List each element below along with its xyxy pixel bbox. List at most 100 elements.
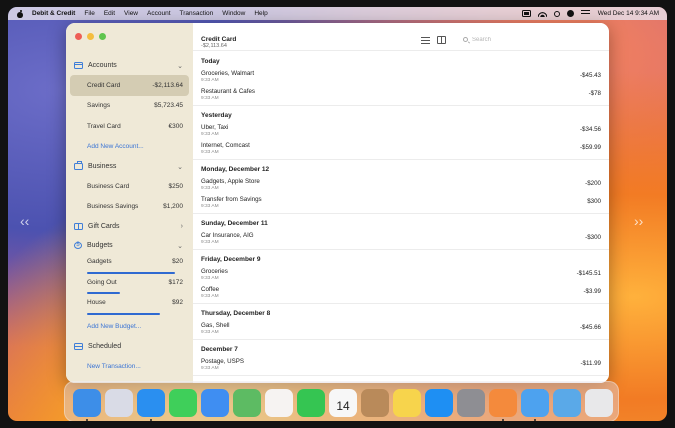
dollar-circle-icon xyxy=(74,242,82,249)
budget-progress-fill xyxy=(87,292,120,294)
calendar-icon[interactable]: 14 xyxy=(329,389,357,417)
app-store-icon[interactable] xyxy=(425,389,453,417)
facetime-icon[interactable] xyxy=(297,389,325,417)
sidebar-section-business[interactable]: Business ⌄ xyxy=(70,157,189,176)
trash-icon[interactable] xyxy=(585,389,613,417)
sidebar-section-label: Scheduled xyxy=(88,343,122,350)
add-account-link[interactable]: Add New Account... xyxy=(70,137,189,158)
chevron-down-icon[interactable]: ⌄ xyxy=(177,163,183,171)
menu-edit[interactable]: Edit xyxy=(104,10,115,17)
transaction-row[interactable]: Internet, Comcast 9:33 AM -$59.99 xyxy=(193,139,609,157)
spotlight-search-icon[interactable] xyxy=(553,10,560,17)
transaction-name: Internet, Comcast xyxy=(201,142,250,149)
sidebar-item-credit-card[interactable]: Credit Card -$2,113.64 xyxy=(70,75,189,96)
transaction-time: 9:33 AM xyxy=(201,366,219,371)
new-transaction-link[interactable]: New Transaction... xyxy=(70,356,189,377)
sidebar-section-budgets[interactable]: Budgets ⌄ xyxy=(70,236,189,255)
user-icon[interactable] xyxy=(566,10,574,17)
transaction-row[interactable]: Uber, Taxi 9:33 AM -$34.56 xyxy=(193,121,609,139)
budget-item-house[interactable]: House $92 xyxy=(70,296,189,317)
apple-menu-icon[interactable] xyxy=(16,9,24,18)
menu-view[interactable]: View xyxy=(124,10,138,17)
transaction-row[interactable]: Postage, USPS 9:33 AM -$11.99 xyxy=(193,355,609,373)
window-controls xyxy=(75,33,111,40)
sidebar-item-amount: €300 xyxy=(168,122,183,130)
mail-icon[interactable] xyxy=(201,389,229,417)
budget-item-going-out[interactable]: Going Out $172 xyxy=(70,276,189,297)
notes-icon[interactable] xyxy=(393,389,421,417)
transaction-amount: -$78 xyxy=(588,90,601,97)
photos-icon[interactable] xyxy=(265,389,293,417)
close-window-button[interactable] xyxy=(75,33,82,40)
sidebar-section-accounts[interactable]: Accounts ⌄ xyxy=(70,56,189,75)
briefcase-icon xyxy=(74,161,83,170)
transaction-name: Car Insurance, AIG xyxy=(201,232,254,239)
transaction-row[interactable]: Gadgets, Apple Store 9:33 AM -$200 xyxy=(193,175,609,193)
transaction-name: Gas, Shell xyxy=(201,322,230,329)
transaction-row[interactable]: Coffee 9:33 AM -$3.99 xyxy=(193,283,609,301)
transaction-time: 9:33 AM xyxy=(201,204,219,209)
maps-icon[interactable] xyxy=(233,389,261,417)
safari-icon[interactable] xyxy=(137,389,165,417)
transaction-amount: -$3.99 xyxy=(583,288,601,295)
date-group-heading: Yesterday xyxy=(201,112,232,119)
transaction-row[interactable]: Restaurant & Cafes 9:33 AM -$78 xyxy=(193,85,609,103)
screen-sharing-icon[interactable] xyxy=(521,389,549,417)
menu-account[interactable]: Account xyxy=(147,10,171,17)
sidebar-item-amount: $5,723.45 xyxy=(154,102,183,110)
menu-file[interactable]: File xyxy=(84,10,94,17)
chevron-down-icon[interactable]: ⌄ xyxy=(177,62,183,70)
debit-credit-icon[interactable] xyxy=(489,389,517,417)
transactions-pane: Credit Card -$2,113.64 Today Groceries, W… xyxy=(193,23,609,383)
wifi-icon[interactable] xyxy=(537,10,547,17)
running-indicator xyxy=(534,419,536,421)
search-icon xyxy=(463,37,468,42)
date-group-heading: December 7 xyxy=(201,346,238,353)
next-arrow-icon[interactable]: ›› xyxy=(634,213,643,229)
transaction-row[interactable]: Gas, Shell 9:33 AM -$45.66 xyxy=(193,319,609,337)
zoom-window-button[interactable] xyxy=(99,33,106,40)
launchpad-icon[interactable] xyxy=(105,389,133,417)
search-input[interactable] xyxy=(472,35,532,45)
transaction-time: 9:33 AM xyxy=(201,96,219,101)
menu-transaction[interactable]: Transaction xyxy=(180,10,214,17)
menu-help[interactable]: Help xyxy=(254,10,267,17)
date-group-heading: Today xyxy=(201,58,220,65)
chevron-down-icon[interactable]: ⌄ xyxy=(177,242,183,250)
column-view-icon[interactable] xyxy=(437,36,446,44)
running-indicator xyxy=(502,419,504,421)
sidebar-item-label: Credit Card xyxy=(87,81,121,89)
menu-app-name[interactable]: Debit & Credit xyxy=(32,10,75,17)
finder-icon[interactable] xyxy=(73,389,101,417)
minimize-window-button[interactable] xyxy=(87,33,94,40)
transaction-time: 9:33 AM xyxy=(201,240,219,245)
add-budget-link[interactable]: Add New Budget... xyxy=(70,317,189,338)
budget-item-gadgets[interactable]: Gadgets $20 xyxy=(70,255,189,276)
messages-icon[interactable] xyxy=(169,389,197,417)
transaction-row[interactable]: Car Insurance, AIG 9:33 AM -$300 xyxy=(193,229,609,247)
transaction-row[interactable]: Groceries 9:33 AM -$145.51 xyxy=(193,265,609,283)
sidebar-section-scheduled[interactable]: Scheduled xyxy=(70,337,189,356)
system-settings-icon[interactable] xyxy=(457,389,485,417)
control-center-icon[interactable] xyxy=(580,10,590,17)
sidebar-item-business-savings[interactable]: Business Savings $1,200 xyxy=(70,197,189,218)
transaction-amount: -$200 xyxy=(585,180,601,187)
sidebar-section-gift-cards[interactable]: Gift Cards › xyxy=(70,217,189,236)
transaction-amount: -$145.51 xyxy=(576,270,601,277)
sidebar-item-label: Business Savings xyxy=(87,203,139,211)
running-indicator xyxy=(150,419,152,421)
transaction-amount: -$45.66 xyxy=(580,324,601,331)
list-view-icon[interactable] xyxy=(421,37,430,44)
contacts-icon[interactable] xyxy=(361,389,389,417)
previous-arrow-icon[interactable]: ‹‹ xyxy=(20,213,29,229)
transaction-row[interactable]: Transfer from Savings 9:33 AM $300 xyxy=(193,193,609,211)
chevron-right-icon[interactable]: › xyxy=(181,223,183,230)
sidebar-item-savings[interactable]: Savings $5,723.45 xyxy=(70,96,189,117)
menu-window[interactable]: Window xyxy=(222,10,245,17)
transaction-row[interactable]: Groceries, Walmart 9:33 AM -$45.43 xyxy=(193,67,609,85)
sidebar-item-business-card[interactable]: Business Card $250 xyxy=(70,176,189,197)
battery-icon[interactable] xyxy=(521,10,531,17)
menu-clock[interactable]: Wed Dec 14 9:34 AM xyxy=(598,10,659,17)
downloads-folder-icon[interactable] xyxy=(553,389,581,417)
sidebar-item-travel-card[interactable]: Travel Card €300 xyxy=(70,116,189,137)
